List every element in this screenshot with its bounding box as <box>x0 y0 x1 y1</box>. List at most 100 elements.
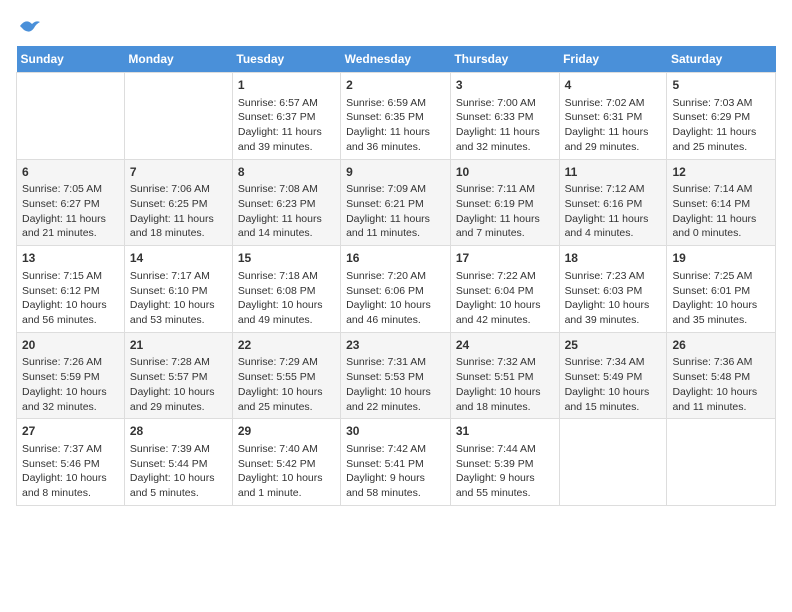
day-number: 27 <box>22 423 119 440</box>
calendar-cell: 24Sunrise: 7:32 AM Sunset: 5:51 PM Dayli… <box>450 332 559 419</box>
calendar-cell: 21Sunrise: 7:28 AM Sunset: 5:57 PM Dayli… <box>124 332 232 419</box>
day-number: 6 <box>22 164 119 181</box>
day-info: Sunrise: 7:20 AM Sunset: 6:06 PM Dayligh… <box>346 269 445 328</box>
calendar-week-row: 13 Sunrise: 7:15 AM Sunset: 6:12 PM Dayli… <box>17 246 776 333</box>
calendar-cell: 18 Sunrise: 7:23 AM Sunset: 6:03 PM Dayli… <box>559 246 667 333</box>
logo-bird-icon <box>18 16 42 36</box>
calendar-cell: 28 Sunrise: 7:39 AM Sunset: 5:44 PM Dayli… <box>124 419 232 506</box>
calendar-header-thursday: Thursday <box>450 46 559 73</box>
calendar-cell: 23Sunrise: 7:31 AM Sunset: 5:53 PM Dayli… <box>341 332 451 419</box>
page-header <box>16 16 776 36</box>
calendar-table: SundayMondayTuesdayWednesdayThursdayFrid… <box>16 46 776 506</box>
day-info: Sunrise: 7:06 AM Sunset: 6:25 PM Dayligh… <box>130 182 227 241</box>
day-info: Sunrise: 7:26 AM Sunset: 5:59 PM Dayligh… <box>22 355 119 414</box>
day-info: Sunrise: 7:25 AM Sunset: 6:01 PM Dayligh… <box>672 269 770 328</box>
day-info: Sunrise: 7:05 AM Sunset: 6:27 PM Dayligh… <box>22 182 119 241</box>
day-info: Sunrise: 7:00 AM Sunset: 6:33 PM Dayligh… <box>456 96 554 155</box>
day-number: 30 <box>346 423 445 440</box>
calendar-week-row: 1 Sunrise: 6:57 AM Sunset: 6:37 PM Daylig… <box>17 73 776 160</box>
calendar-cell: 2 Sunrise: 6:59 AM Sunset: 6:35 PM Daylig… <box>341 73 451 160</box>
day-info: Sunrise: 7:18 AM Sunset: 6:08 PM Dayligh… <box>238 269 335 328</box>
day-info: Sunrise: 7:36 AM Sunset: 5:48 PM Dayligh… <box>672 355 770 414</box>
day-info: Sunrise: 7:28 AM Sunset: 5:57 PM Dayligh… <box>130 355 227 414</box>
calendar-cell: 27 Sunrise: 7:37 AM Sunset: 5:46 PM Dayli… <box>17 419 125 506</box>
day-info: Sunrise: 6:57 AM Sunset: 6:37 PM Dayligh… <box>238 96 335 155</box>
day-number: 28 <box>130 423 227 440</box>
calendar-cell: 7Sunrise: 7:06 AM Sunset: 6:25 PM Daylig… <box>124 159 232 246</box>
logo <box>16 16 42 36</box>
calendar-cell: 17 Sunrise: 7:22 AM Sunset: 6:04 PM Dayli… <box>450 246 559 333</box>
day-info: Sunrise: 7:29 AM Sunset: 5:55 PM Dayligh… <box>238 355 335 414</box>
day-number: 12 <box>672 164 770 181</box>
day-number: 22 <box>238 337 335 354</box>
day-number: 3 <box>456 77 554 94</box>
day-number: 15 <box>238 250 335 267</box>
day-info: Sunrise: 7:22 AM Sunset: 6:04 PM Dayligh… <box>456 269 554 328</box>
day-number: 17 <box>456 250 554 267</box>
day-number: 8 <box>238 164 335 181</box>
day-info: Sunrise: 7:03 AM Sunset: 6:29 PM Dayligh… <box>672 96 770 155</box>
calendar-cell: 8Sunrise: 7:08 AM Sunset: 6:23 PM Daylig… <box>232 159 340 246</box>
day-info: Sunrise: 7:09 AM Sunset: 6:21 PM Dayligh… <box>346 182 445 241</box>
calendar-cell: 11Sunrise: 7:12 AM Sunset: 6:16 PM Dayli… <box>559 159 667 246</box>
calendar-header-tuesday: Tuesday <box>232 46 340 73</box>
calendar-week-row: 20Sunrise: 7:26 AM Sunset: 5:59 PM Dayli… <box>17 332 776 419</box>
calendar-header-wednesday: Wednesday <box>341 46 451 73</box>
day-info: Sunrise: 7:37 AM Sunset: 5:46 PM Dayligh… <box>22 442 119 501</box>
calendar-cell <box>124 73 232 160</box>
day-info: Sunrise: 7:17 AM Sunset: 6:10 PM Dayligh… <box>130 269 227 328</box>
day-info: Sunrise: 7:02 AM Sunset: 6:31 PM Dayligh… <box>565 96 662 155</box>
day-number: 9 <box>346 164 445 181</box>
calendar-cell: 26Sunrise: 7:36 AM Sunset: 5:48 PM Dayli… <box>667 332 776 419</box>
day-number: 4 <box>565 77 662 94</box>
day-info: Sunrise: 7:11 AM Sunset: 6:19 PM Dayligh… <box>456 182 554 241</box>
day-number: 1 <box>238 77 335 94</box>
day-info: Sunrise: 7:32 AM Sunset: 5:51 PM Dayligh… <box>456 355 554 414</box>
day-info: Sunrise: 7:39 AM Sunset: 5:44 PM Dayligh… <box>130 442 227 501</box>
day-number: 23 <box>346 337 445 354</box>
day-number: 29 <box>238 423 335 440</box>
day-number: 18 <box>565 250 662 267</box>
calendar-cell: 3 Sunrise: 7:00 AM Sunset: 6:33 PM Daylig… <box>450 73 559 160</box>
calendar-header-monday: Monday <box>124 46 232 73</box>
day-number: 20 <box>22 337 119 354</box>
calendar-cell: 12Sunrise: 7:14 AM Sunset: 6:14 PM Dayli… <box>667 159 776 246</box>
calendar-cell: 14Sunrise: 7:17 AM Sunset: 6:10 PM Dayli… <box>124 246 232 333</box>
day-number: 31 <box>456 423 554 440</box>
day-number: 24 <box>456 337 554 354</box>
calendar-cell: 29 Sunrise: 7:40 AM Sunset: 5:42 PM Dayli… <box>232 419 340 506</box>
day-number: 7 <box>130 164 227 181</box>
calendar-cell <box>17 73 125 160</box>
day-info: Sunrise: 7:15 AM Sunset: 6:12 PM Dayligh… <box>22 269 119 328</box>
day-number: 19 <box>672 250 770 267</box>
calendar-header-row: SundayMondayTuesdayWednesdayThursdayFrid… <box>17 46 776 73</box>
calendar-cell: 15 Sunrise: 7:18 AM Sunset: 6:08 PM Dayli… <box>232 246 340 333</box>
calendar-week-row: 6Sunrise: 7:05 AM Sunset: 6:27 PM Daylig… <box>17 159 776 246</box>
calendar-cell: 20Sunrise: 7:26 AM Sunset: 5:59 PM Dayli… <box>17 332 125 419</box>
day-info: Sunrise: 7:12 AM Sunset: 6:16 PM Dayligh… <box>565 182 662 241</box>
calendar-header-saturday: Saturday <box>667 46 776 73</box>
day-info: Sunrise: 7:40 AM Sunset: 5:42 PM Dayligh… <box>238 442 335 501</box>
day-info: Sunrise: 7:34 AM Sunset: 5:49 PM Dayligh… <box>565 355 662 414</box>
calendar-cell: 30 Sunrise: 7:42 AM Sunset: 5:41 PM Dayli… <box>341 419 451 506</box>
day-number: 25 <box>565 337 662 354</box>
calendar-header-sunday: Sunday <box>17 46 125 73</box>
calendar-cell: 1 Sunrise: 6:57 AM Sunset: 6:37 PM Daylig… <box>232 73 340 160</box>
day-info: Sunrise: 7:42 AM Sunset: 5:41 PM Dayligh… <box>346 442 445 501</box>
day-info: Sunrise: 6:59 AM Sunset: 6:35 PM Dayligh… <box>346 96 445 155</box>
day-number: 2 <box>346 77 445 94</box>
day-info: Sunrise: 7:23 AM Sunset: 6:03 PM Dayligh… <box>565 269 662 328</box>
day-info: Sunrise: 7:14 AM Sunset: 6:14 PM Dayligh… <box>672 182 770 241</box>
calendar-cell: 31 Sunrise: 7:44 AM Sunset: 5:39 PM Dayli… <box>450 419 559 506</box>
calendar-header-friday: Friday <box>559 46 667 73</box>
calendar-cell: 16Sunrise: 7:20 AM Sunset: 6:06 PM Dayli… <box>341 246 451 333</box>
calendar-cell: 9Sunrise: 7:09 AM Sunset: 6:21 PM Daylig… <box>341 159 451 246</box>
calendar-cell: 5Sunrise: 7:03 AM Sunset: 6:29 PM Daylig… <box>667 73 776 160</box>
day-info: Sunrise: 7:44 AM Sunset: 5:39 PM Dayligh… <box>456 442 554 501</box>
calendar-cell <box>559 419 667 506</box>
day-info: Sunrise: 7:31 AM Sunset: 5:53 PM Dayligh… <box>346 355 445 414</box>
day-number: 13 <box>22 250 119 267</box>
day-number: 10 <box>456 164 554 181</box>
calendar-week-row: 27 Sunrise: 7:37 AM Sunset: 5:46 PM Dayli… <box>17 419 776 506</box>
calendar-cell: 10Sunrise: 7:11 AM Sunset: 6:19 PM Dayli… <box>450 159 559 246</box>
